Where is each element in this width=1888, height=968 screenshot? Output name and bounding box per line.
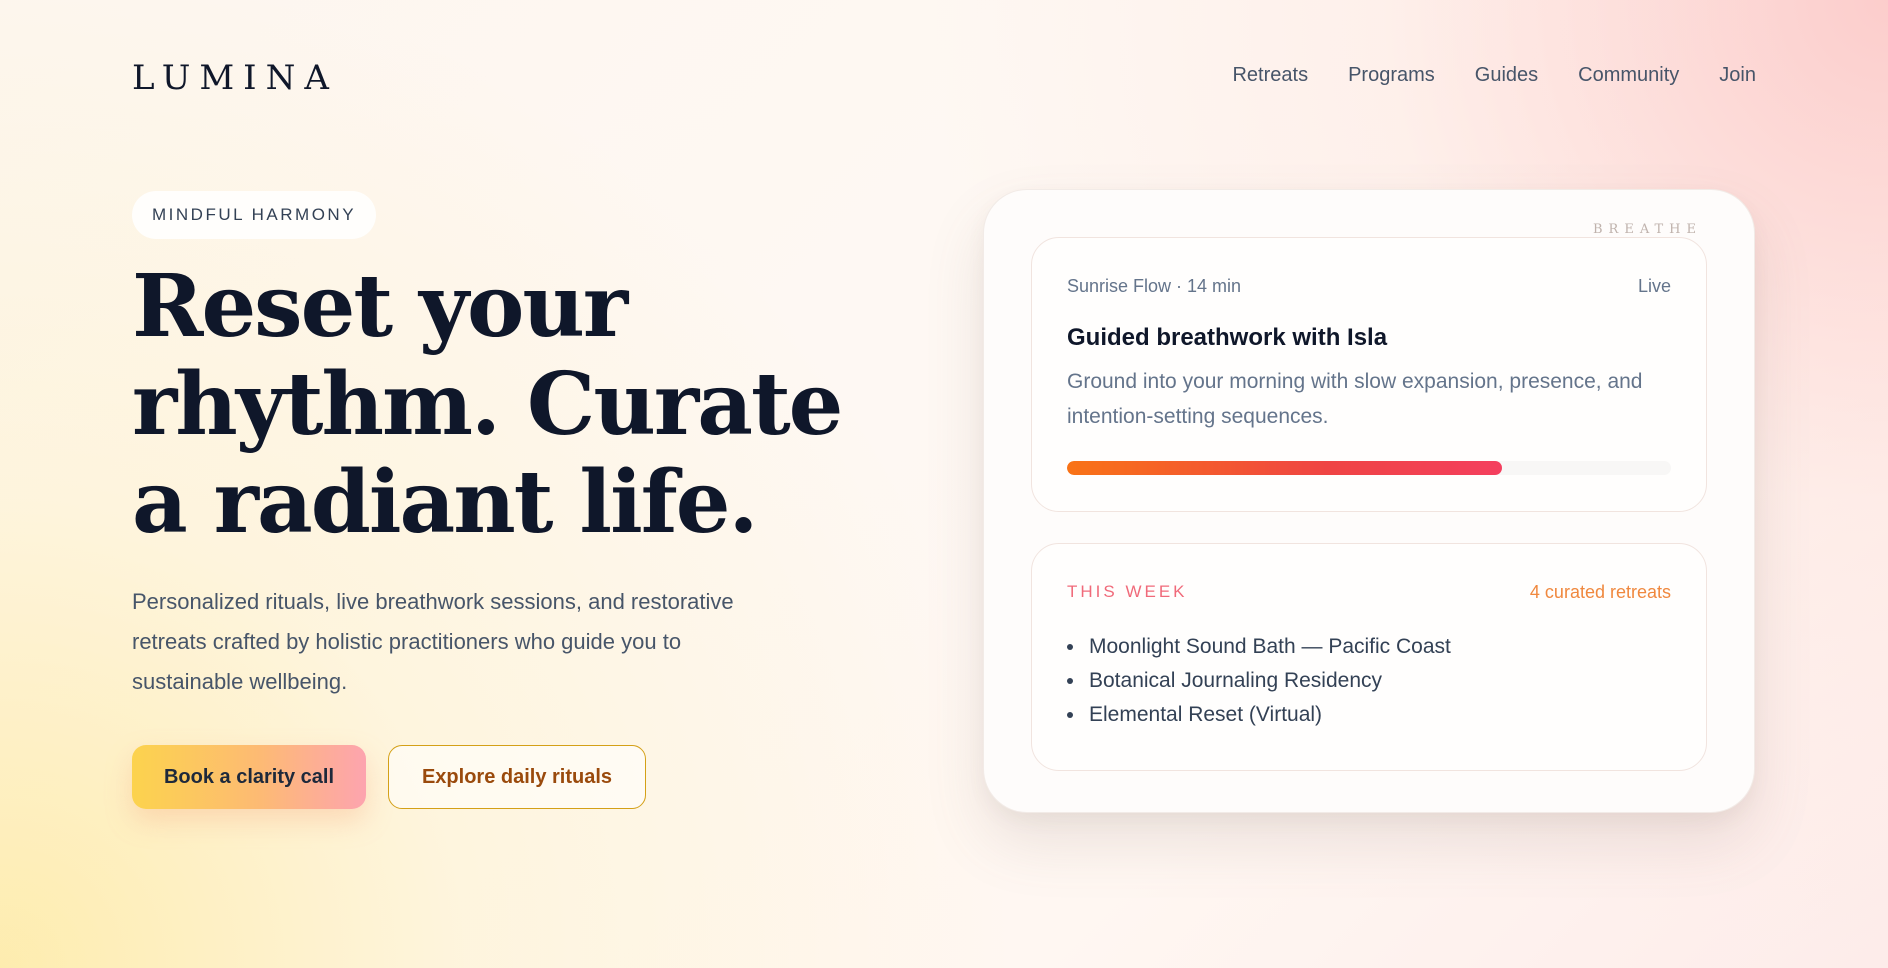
session-title: Guided breathwork with Isla xyxy=(1067,324,1388,351)
hero-subtext: Personalized rituals, live breathwork se… xyxy=(132,589,734,694)
explore-rituals-button[interactable]: Explore daily rituals xyxy=(388,745,646,809)
eyebrow-badge: MINDFUL HARMONY xyxy=(132,191,377,239)
retreat-title: Botanical Journaling Residency xyxy=(1089,669,1383,692)
session-card[interactable]: Sunrise Flow · 14 min Live Guided breath… xyxy=(1031,237,1707,512)
session-progress-fill xyxy=(1067,461,1502,475)
retreat-count[interactable]: 4 curated retreats xyxy=(1530,582,1671,603)
main-nav: Retreats Programs Guides Community Join xyxy=(1232,64,1756,87)
retreat-title: Elemental Reset (Virtual) xyxy=(1089,703,1323,726)
hero-headline: Reset your rhythm. Curate a radiant life… xyxy=(132,256,843,553)
nav-link-programs[interactable]: Programs xyxy=(1348,64,1435,87)
list-item[interactable]: Moonlight Sound Bath — Pacific Coast xyxy=(1067,630,1451,664)
this-week-card: THIS WEEK 4 curated retreats Moonlight S… xyxy=(1031,543,1707,771)
this-week-label: THIS WEEK xyxy=(1067,582,1188,601)
brand-logo[interactable]: LUMINA xyxy=(132,58,338,98)
session-progress-bar xyxy=(1067,461,1671,475)
breathe-watermark: BREATHE xyxy=(1592,222,1702,237)
session-meta: Sunrise Flow · 14 min xyxy=(1067,276,1242,296)
list-item[interactable]: Elemental Reset (Virtual) xyxy=(1067,698,1451,732)
nav-link-community[interactable]: Community xyxy=(1578,64,1679,87)
book-clarity-call-button[interactable]: Book a clarity call xyxy=(132,745,366,809)
session-description: Ground into your morning with slow expan… xyxy=(1067,370,1643,428)
session-status: Live xyxy=(1637,276,1671,296)
bullet-icon xyxy=(1067,678,1073,684)
retreat-title: Moonlight Sound Bath — Pacific Coast xyxy=(1089,635,1451,658)
landing-page: LUMINA Retreats Programs Guides Communit… xyxy=(0,0,1888,968)
nav-link-guides[interactable]: Guides xyxy=(1475,64,1538,87)
feature-panel: BREATHE Sunrise Flow · 14 min Live Guide… xyxy=(983,189,1755,813)
bullet-icon xyxy=(1067,644,1073,650)
retreat-list: Moonlight Sound Bath — Pacific Coast Bot… xyxy=(1067,630,1451,732)
bullet-icon xyxy=(1067,712,1073,718)
nav-link-retreats[interactable]: Retreats xyxy=(1232,64,1308,87)
list-item[interactable]: Botanical Journaling Residency xyxy=(1067,664,1451,698)
nav-link-join[interactable]: Join xyxy=(1719,64,1756,87)
